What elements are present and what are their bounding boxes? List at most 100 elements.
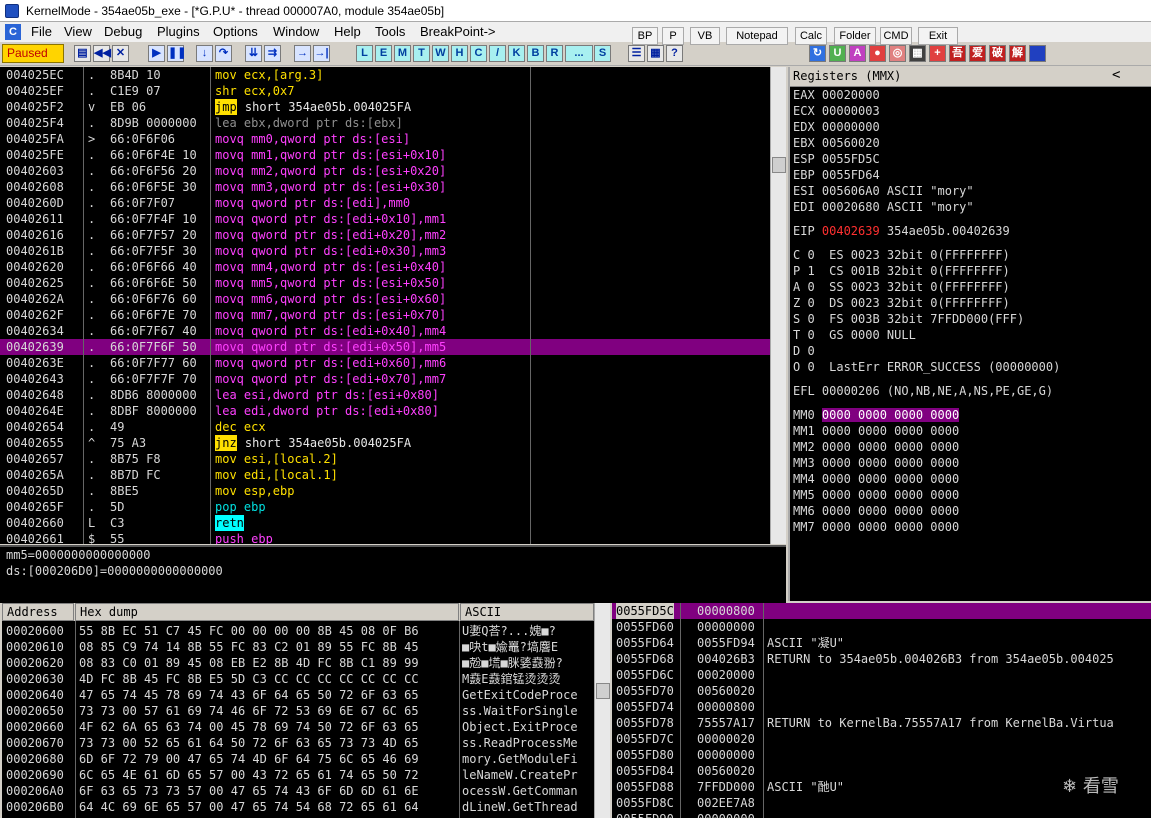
register-eax[interactable]: EAX 00020000 — [793, 87, 880, 103]
po-icon[interactable]: 破 — [989, 45, 1006, 62]
letter-h[interactable]: H — [451, 45, 468, 62]
stack-row[interactable]: 0055FD78 75557A17 RETURN to KernelBa.75557… — [612, 715, 1151, 731]
letter-e[interactable]: E — [375, 45, 392, 62]
flag-row[interactable]: O 0 LastErr ERROR_SUCCESS (00000000) — [793, 359, 1060, 375]
menu-view[interactable]: View — [64, 24, 92, 39]
menu-tools[interactable]: Tools — [375, 24, 405, 39]
register-ebx[interactable]: EBX 00560020 — [793, 135, 880, 151]
goto-icon[interactable]: →| — [313, 45, 330, 62]
disasm-row[interactable]: 0040264E. 8DBF 8000000 lea edi,dword ptr d… — [0, 403, 770, 419]
register-mm4[interactable]: MM4 0000 0000 0000 0000 — [793, 471, 959, 487]
disasm-row[interactable]: 0040260D. 66:0F7F07 movq qword ptr ds:[edi… — [0, 195, 770, 211]
ji-icon[interactable]: 吾 — [949, 45, 966, 62]
dump-pane[interactable]: 00020600 55 8B EC 51 C7 45 FC 00 00 00 00… — [2, 621, 594, 818]
disasm-row[interactable]: 004025EF. C1E9 07 shr ecx,0x7 — [0, 83, 770, 99]
p-button[interactable]: P — [662, 27, 684, 45]
record-icon[interactable]: ● — [869, 45, 886, 62]
stack-row[interactable]: 0055FD90 00000000 — [612, 811, 1151, 818]
stack-row[interactable]: 0055FD60 00000000 — [612, 619, 1151, 635]
trace-into-icon[interactable]: ⇊ — [245, 45, 262, 62]
notepad-button[interactable]: Notepad — [726, 27, 788, 45]
register-mm1[interactable]: MM1 0000 0000 0000 0000 — [793, 423, 959, 439]
disasm-row[interactable]: 004025EC. 8B4D 10 mov ecx,[arg.3] — [0, 67, 770, 83]
disasm-row[interactable]: 0040262F. 66:0F6F7E 70 movq mm7,qword ptr … — [0, 307, 770, 323]
flag-row[interactable]: P 1 CS 001B 32bit 0(FFFFFFFF) — [793, 263, 1010, 279]
register-eip[interactable]: EIP 00402639 354ae05b.00402639 — [793, 223, 1010, 239]
disasm-row[interactable]: 00402616. 66:0F7F57 20 movq qword ptr ds:[… — [0, 227, 770, 243]
dump-col-ascii[interactable]: ASCII — [460, 603, 594, 621]
letter-slash[interactable]: / — [489, 45, 506, 62]
dump-col-hex[interactable]: Hex dump — [75, 603, 459, 621]
register-ecx[interactable]: ECX 00000003 — [793, 103, 880, 119]
disasm-row[interactable]: 00402648. 8DB6 8000000 lea esi,dword ptr d… — [0, 387, 770, 403]
disasm-row[interactable]: 004025F2 v EB 06 jmp short 354ae05b.004025FA — [0, 99, 770, 115]
menu-plugins[interactable]: Plugins — [157, 24, 200, 39]
folder-button[interactable]: Folder — [834, 27, 876, 45]
disasm-row[interactable]: 0040263E. 66:0F7F77 60 movq qword ptr ds:[… — [0, 355, 770, 371]
register-edx[interactable]: EDX 00000000 — [793, 119, 880, 135]
stack-row[interactable]: 0055FD80 00000000 — [612, 747, 1151, 763]
disassembly-scrollbar[interactable] — [770, 67, 786, 544]
execute-till-return-icon[interactable]: → — [294, 45, 311, 62]
dump-row[interactable]: 00020630 4D FC 8B 45 FC 8B E5 5D C3 CC CC… — [2, 671, 594, 687]
disasm-row[interactable]: 0040265D. 8BE5 mov esp,ebp — [0, 483, 770, 499]
disasm-row[interactable]: 00402639. 66:0F7F6F 50 movq qword ptr ds:[… — [0, 339, 770, 355]
disasm-row[interactable]: 00402611. 66:0F7F4F 10 movq qword ptr ds:[… — [0, 211, 770, 227]
target-icon[interactable]: ◎ — [889, 45, 906, 62]
register-mm0[interactable]: MM0 0000 0000 0000 0000 — [793, 407, 960, 423]
dump-row[interactable]: 00020660 4F 62 6A 65 63 74 00 45 78 69 74… — [2, 719, 594, 735]
register-ebp[interactable]: EBP 0055FD64 — [793, 167, 880, 183]
stack-row[interactable]: 0055FD68 004026B3 RETURN to 354ae05b.00402… — [612, 651, 1151, 667]
jie-icon[interactable]: 解 — [1009, 45, 1026, 62]
run-icon[interactable]: ▶ — [148, 45, 165, 62]
letter-s[interactable]: S — [594, 45, 611, 62]
flag-row[interactable]: D 0 — [793, 343, 815, 359]
dump-row[interactable]: 00020690 6C 65 4E 61 6D 65 57 00 43 72 65… — [2, 767, 594, 783]
letter-r[interactable]: R — [546, 45, 563, 62]
registers-pane[interactable]: Registers (MMX) < EAX 00020000 ECX 000000… — [788, 67, 1151, 601]
menu-breakpoint[interactable]: BreakPoint-> — [420, 24, 496, 39]
menu-help[interactable]: Help — [334, 24, 361, 39]
disasm-row[interactable]: 00402620. 66:0F6F66 40 movq mm4,qword ptr … — [0, 259, 770, 275]
stack-row[interactable]: 0055FD7C 00000020 — [612, 731, 1151, 747]
dump-scroll-thumb[interactable] — [596, 683, 610, 699]
dump-row[interactable]: 00020670 73 73 00 52 65 61 64 50 72 6F 63… — [2, 735, 594, 751]
disasm-row[interactable]: 00402625. 66:0F6F6E 50 movq mm5,qword ptr … — [0, 275, 770, 291]
dump-row[interactable]: 00020650 73 73 00 57 61 69 74 46 6F 72 53… — [2, 703, 594, 719]
disasm-row[interactable]: 00402655 ^ 75 A3 jnz short 354ae05b.004025FA — [0, 435, 770, 451]
open-icon[interactable]: ▤ — [74, 45, 91, 62]
menu-debug[interactable]: Debug — [104, 24, 142, 39]
close-icon[interactable]: ✕ — [112, 45, 129, 62]
dump-row[interactable]: 00020620 08 83 C0 01 89 45 08 EB E2 8B 4D… — [2, 655, 594, 671]
register-mm2[interactable]: MM2 0000 0000 0000 0000 — [793, 439, 959, 455]
letter-w[interactable]: W — [432, 45, 449, 62]
disasm-row[interactable]: 00402603. 66:0F6F56 20 movq mm2,qword ptr … — [0, 163, 770, 179]
letter-t[interactable]: T — [413, 45, 430, 62]
register-mm6[interactable]: MM6 0000 0000 0000 0000 — [793, 503, 959, 519]
dump-scrollbar[interactable] — [594, 603, 610, 818]
letter-k[interactable]: K — [508, 45, 525, 62]
flag-row[interactable]: Z 0 DS 0023 32bit 0(FFFFFFFF) — [793, 295, 1010, 311]
register-mm3[interactable]: MM3 0000 0000 0000 0000 — [793, 455, 959, 471]
disasm-row[interactable]: 0040265A. 8B7D FC mov edi,[local.1] — [0, 467, 770, 483]
stack-row[interactable]: 0055FD6C 00020000 — [612, 667, 1151, 683]
disasm-row[interactable]: 0040261B. 66:0F7F5F 30 movq qword ptr ds:[… — [0, 243, 770, 259]
disasm-row[interactable]: 004025FA >66:0F6F06 movq mm0,qword ptr ds:… — [0, 131, 770, 147]
grid-dark-icon[interactable]: ▦ — [909, 45, 926, 62]
stack-row[interactable]: 0055FD74 00000800 — [612, 699, 1151, 715]
disasm-row[interactable]: 0040265F. 5D pop ebp — [0, 499, 770, 515]
letter-b[interactable]: B — [527, 45, 544, 62]
stack-row[interactable]: 0055FD70 00560020 — [612, 683, 1151, 699]
u-icon[interactable]: U — [829, 45, 846, 62]
disasm-row[interactable]: 00402657. 8B75 F8 mov esi,[local.2] — [0, 451, 770, 467]
step-over-icon[interactable]: ↷ — [215, 45, 232, 62]
dump-row[interactable]: 00020610 08 85 C9 74 14 8B 55 FC 83 C2 01… — [2, 639, 594, 655]
register-esp[interactable]: ESP 0055FD5C — [793, 151, 880, 167]
collapse-arrow-icon[interactable]: < — [1112, 67, 1120, 83]
flag-row[interactable]: T 0 GS 0000 NULL — [793, 327, 916, 343]
bp-button[interactable]: BP — [632, 27, 658, 45]
disasm-row[interactable]: 00402608. 66:0F6F5E 30 movq mm3,qword ptr … — [0, 179, 770, 195]
disasm-row[interactable]: 00402634. 66:0F7F67 40 movq qword ptr ds:[… — [0, 323, 770, 339]
disasm-row[interactable]: 00402660 L C3 retn — [0, 515, 770, 531]
cmd-button[interactable]: CMD — [880, 27, 912, 45]
